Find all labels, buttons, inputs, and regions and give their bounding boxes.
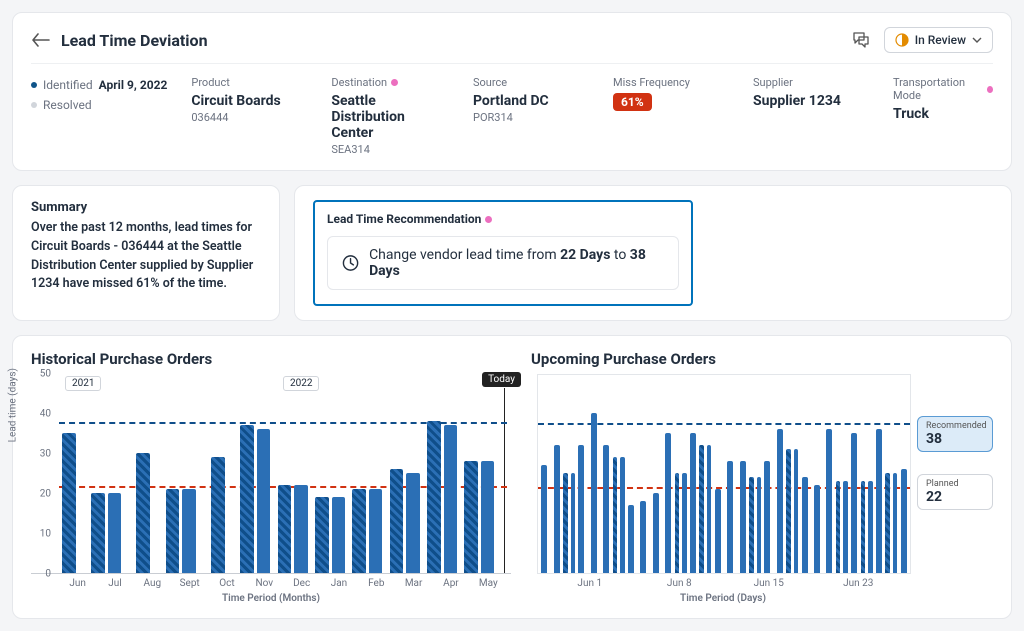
fields-row: Product Circuit Boards 036444 Destinatio… bbox=[191, 76, 993, 156]
chart-historical-stage: Lead time (days) 01020304050 2021 2022 T… bbox=[31, 374, 511, 574]
bar-group[interactable] bbox=[91, 493, 121, 573]
bar-group[interactable] bbox=[675, 473, 687, 573]
bar-group[interactable] bbox=[687, 433, 699, 573]
back-icon[interactable] bbox=[31, 30, 51, 50]
miss-frequency-badge: 61% bbox=[613, 93, 652, 111]
bar-group[interactable] bbox=[278, 485, 308, 573]
today-flag: Today bbox=[482, 372, 521, 387]
bar-group[interactable] bbox=[737, 461, 749, 573]
recommended-value-label: Recommended 38 bbox=[917, 416, 993, 452]
bar-group[interactable] bbox=[315, 497, 345, 573]
bar-group[interactable] bbox=[811, 485, 823, 573]
bar-group[interactable] bbox=[761, 461, 773, 573]
summary-card: Summary Over the past 12 months, lead ti… bbox=[12, 185, 280, 321]
field-product: Product Circuit Boards 036444 bbox=[191, 76, 291, 156]
chart-upcoming-stage: Recommended 38 Planned 22 bbox=[531, 374, 915, 574]
bar-group[interactable] bbox=[637, 501, 649, 573]
header-top-bar: Lead Time Deviation In Review bbox=[31, 27, 993, 64]
bar-group[interactable] bbox=[600, 445, 612, 573]
bar-group[interactable] bbox=[848, 433, 860, 573]
chart-upcoming-title: Upcoming Purchase Orders bbox=[531, 350, 915, 368]
bar-group[interactable] bbox=[128, 453, 158, 573]
bar-group[interactable] bbox=[749, 477, 761, 573]
bar-group[interactable] bbox=[712, 489, 724, 573]
bar-group[interactable] bbox=[588, 413, 600, 573]
bar-group[interactable] bbox=[538, 465, 550, 573]
x-labels-upcoming: Jun 1 Jun 8 Jun 15 Jun 23 bbox=[537, 574, 911, 589]
comments-icon[interactable] bbox=[848, 27, 874, 53]
bar-group[interactable] bbox=[551, 445, 563, 573]
chart-side-labels: Recommended 38 Planned 22 bbox=[917, 416, 993, 510]
y-axis: Lead time (days) 01020304050 bbox=[31, 374, 51, 573]
summary-text: Over the past 12 months, lead times for … bbox=[31, 219, 261, 294]
bar-group[interactable] bbox=[613, 457, 625, 573]
field-destination: Destination Seattle Distribution Center … bbox=[331, 76, 433, 156]
bar-group[interactable] bbox=[662, 433, 674, 573]
page-title: Lead Time Deviation bbox=[61, 31, 838, 50]
field-supplier: Supplier Supplier 1234 bbox=[753, 76, 853, 156]
year-tag-2021: 2021 bbox=[65, 376, 101, 391]
x-labels-historical: JunJulAugSeptOctNovDecJanFebMarAprMay bbox=[59, 574, 507, 589]
chart-historical-plot: 2021 2022 Today bbox=[59, 374, 507, 573]
bar-group[interactable] bbox=[873, 429, 885, 573]
bar-group[interactable] bbox=[799, 477, 811, 573]
bar-group[interactable] bbox=[885, 473, 897, 573]
mode-changed-dot bbox=[987, 86, 993, 93]
planned-value-label: Planned 22 bbox=[917, 474, 993, 510]
bar-group[interactable] bbox=[650, 493, 662, 573]
bar-group[interactable] bbox=[464, 461, 494, 573]
header-body: Identified April 9, 2022 Resolved Produc… bbox=[31, 76, 993, 156]
chevron-down-icon bbox=[972, 37, 982, 43]
chart-historical-title: Historical Purchase Orders bbox=[31, 350, 511, 368]
recommendation-pill[interactable]: Change vendor lead time from 22 Days to … bbox=[327, 236, 679, 290]
middle-row: Summary Over the past 12 months, lead ti… bbox=[12, 185, 1012, 321]
in-review-icon bbox=[895, 33, 909, 47]
recommendation-card: Lead Time Recommendation Change vendor l… bbox=[294, 185, 1012, 321]
bar-group[interactable] bbox=[166, 489, 196, 573]
bar-group[interactable] bbox=[575, 445, 587, 573]
year-tag-2022: 2022 bbox=[283, 376, 319, 391]
bar-group[interactable] bbox=[427, 421, 457, 573]
insight-header-card: Lead Time Deviation In Review Identified… bbox=[12, 12, 1012, 171]
chart-upcoming-plot bbox=[537, 374, 911, 574]
bar-group[interactable] bbox=[240, 425, 270, 573]
bar-group[interactable] bbox=[54, 433, 84, 573]
destination-changed-dot bbox=[391, 79, 398, 86]
bar-group[interactable] bbox=[352, 489, 382, 573]
field-transport-mode: Transportation Mode Truck bbox=[893, 76, 993, 156]
status-column: Identified April 9, 2022 Resolved bbox=[31, 76, 167, 156]
chart-upcoming: Upcoming Purchase Orders Recommended 38 … bbox=[531, 350, 915, 604]
bar-group[interactable] bbox=[724, 461, 736, 573]
bar-group[interactable] bbox=[625, 505, 637, 573]
bar-group[interactable] bbox=[898, 469, 910, 573]
charts-card: Historical Purchase Orders Lead time (da… bbox=[12, 335, 1012, 619]
field-miss-frequency: Miss Frequency 61% bbox=[613, 76, 713, 156]
status-identified: Identified April 9, 2022 bbox=[31, 78, 167, 92]
bar-group[interactable] bbox=[563, 473, 575, 573]
today-line bbox=[504, 388, 505, 573]
status-dropdown[interactable]: In Review bbox=[884, 27, 993, 53]
field-source: Source Portland DC POR314 bbox=[473, 76, 573, 156]
recommendation-box: Lead Time Recommendation Change vendor l… bbox=[313, 200, 693, 306]
chart-historical: Historical Purchase Orders Lead time (da… bbox=[31, 350, 511, 604]
status-resolved: Resolved bbox=[31, 98, 167, 112]
bar-group[interactable] bbox=[699, 445, 711, 573]
bar-group[interactable] bbox=[823, 429, 835, 573]
bar-group[interactable] bbox=[861, 481, 873, 573]
bar-group[interactable] bbox=[786, 449, 798, 573]
bar-group[interactable] bbox=[836, 481, 848, 573]
bar-group[interactable] bbox=[390, 469, 420, 573]
clock-icon bbox=[342, 254, 359, 272]
summary-title: Summary bbox=[31, 200, 261, 215]
bar-group[interactable] bbox=[203, 457, 233, 573]
bar-group[interactable] bbox=[774, 429, 786, 573]
status-dropdown-label: In Review bbox=[915, 33, 966, 47]
